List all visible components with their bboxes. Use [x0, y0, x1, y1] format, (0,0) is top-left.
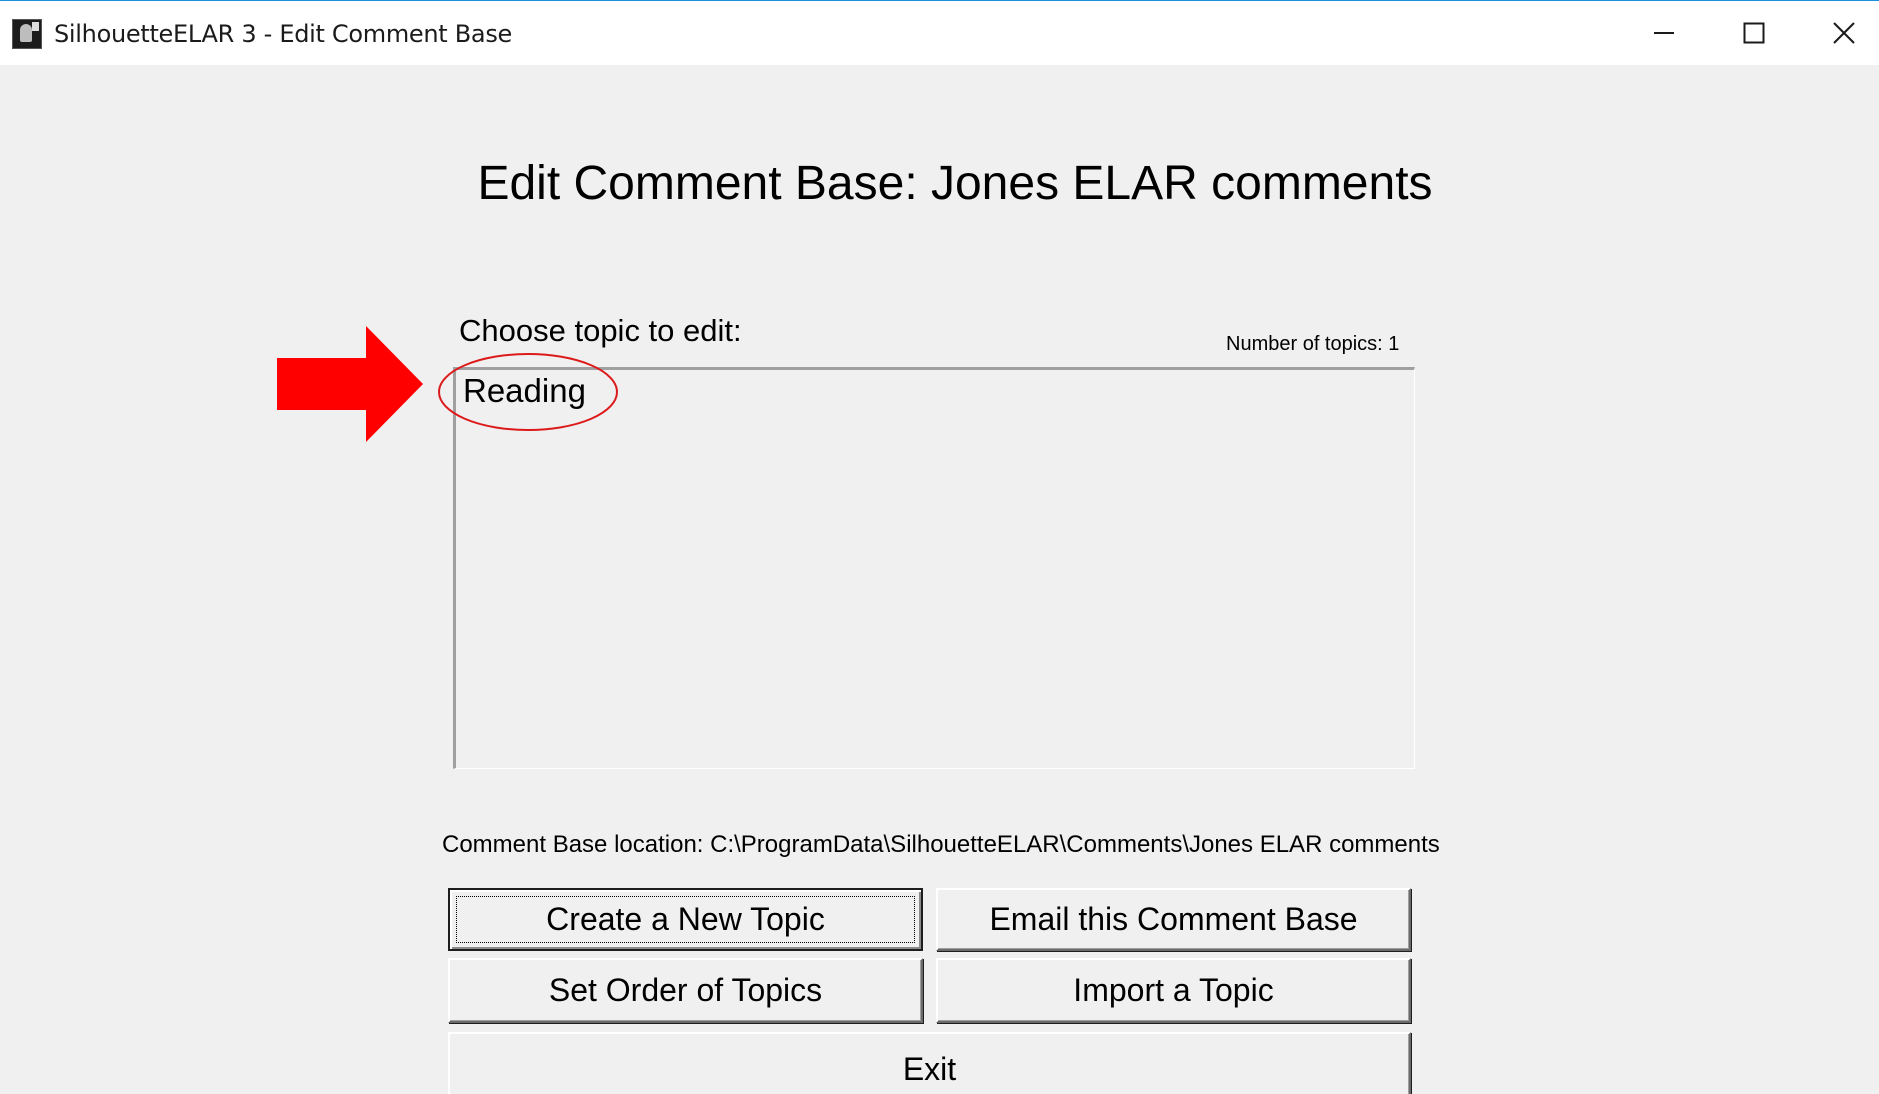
email-comment-base-label: Email this Comment Base [989, 901, 1358, 937]
app-window: SilhouetteELAR 3 - Edit Comment Base Edi… [0, 0, 1879, 1094]
exit-label: Exit [902, 1050, 957, 1087]
exit-button[interactable]: Exit [448, 1032, 1411, 1094]
minimize-button[interactable] [1619, 1, 1709, 65]
ellipse-shape [438, 353, 618, 431]
topic-count: Number of topics: 1 [1226, 333, 1400, 355]
maximize-icon [1743, 22, 1765, 44]
app-icon[interactable] [12, 19, 42, 49]
minimize-icon [1654, 32, 1674, 34]
red-arrow-annotation [277, 326, 423, 442]
maximize-button[interactable] [1709, 1, 1799, 65]
email-comment-base-button[interactable]: Email this Comment Base [936, 888, 1411, 951]
import-topic-button[interactable]: Import a Topic [936, 958, 1411, 1023]
page-title: Edit Comment Base: Jones ELAR comments [477, 157, 1433, 210]
highlight-ellipse-annotation [438, 353, 618, 431]
set-order-label: Set Order of Topics [548, 972, 823, 1008]
arrow-shape [277, 326, 423, 442]
window-title: SilhouetteELAR 3 - Edit Comment Base [54, 20, 512, 48]
create-topic-button[interactable]: Create a New Topic [448, 888, 923, 951]
set-order-button[interactable]: Set Order of Topics [448, 958, 923, 1023]
close-button[interactable] [1799, 1, 1879, 65]
import-topic-label: Import a Topic [1073, 972, 1274, 1008]
comment-base-location: Comment Base location: C:\ProgramData\Si… [442, 831, 1440, 858]
create-topic-label: Create a New Topic [546, 901, 825, 937]
choose-topic-label: Choose topic to edit: [459, 313, 742, 348]
title-bar[interactable]: SilhouetteELAR 3 - Edit Comment Base [0, 1, 1879, 65]
close-icon [1833, 22, 1855, 44]
